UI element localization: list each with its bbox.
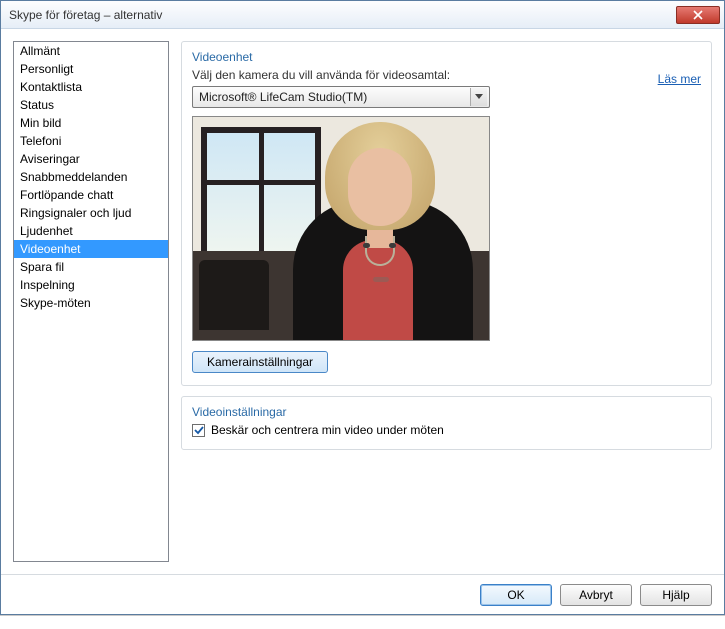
help-label: Hjälp <box>662 588 689 602</box>
crop-center-label: Beskär och centrera min video under möte… <box>211 423 444 437</box>
sidebar-item[interactable]: Fortlöpande chatt <box>14 186 168 204</box>
sidebar-item[interactable]: Status <box>14 96 168 114</box>
sidebar-item[interactable]: Ringsignaler och ljud <box>14 204 168 222</box>
sidebar-item[interactable]: Skype-möten <box>14 294 168 312</box>
chevron-down-icon <box>475 94 483 100</box>
checkmark-icon <box>194 425 204 435</box>
window-title: Skype för företag – alternativ <box>9 8 676 22</box>
titlebar: Skype för företag – alternativ <box>1 1 724 29</box>
video-settings-group: Videoinställningar Beskär och centrera m… <box>181 396 712 450</box>
sidebar-item[interactable]: Ljudenhet <box>14 222 168 240</box>
dropdown-button[interactable] <box>470 88 487 106</box>
crop-center-row: Beskär och centrera min video under möte… <box>192 423 701 437</box>
sidebar-item[interactable]: Personligt <box>14 60 168 78</box>
main-panel: Videoenhet Välj den kamera du vill använ… <box>181 41 712 562</box>
sidebar-item[interactable]: Videoenhet <box>14 240 168 258</box>
background-strip <box>0 615 725 629</box>
sidebar-item[interactable]: Inspelning <box>14 276 168 294</box>
sidebar-item[interactable]: Spara fil <box>14 258 168 276</box>
sidebar-item[interactable]: Snabbmeddelanden <box>14 168 168 186</box>
camera-settings-button[interactable]: Kamerainställningar <box>192 351 328 373</box>
close-button[interactable] <box>676 6 720 24</box>
cancel-button[interactable]: Avbryt <box>560 584 632 606</box>
close-icon <box>693 10 703 20</box>
video-device-title: Videoenhet <box>192 50 701 64</box>
camera-select[interactable]: Microsoft® LifeCam Studio(TM) <box>192 86 490 108</box>
dialog-footer: OK Avbryt Hjälp <box>1 574 724 614</box>
instruction-row: Välj den kamera du vill använda för vide… <box>192 68 701 86</box>
options-dialog: Skype för företag – alternativ AllmäntPe… <box>0 0 725 615</box>
sidebar-item[interactable]: Kontaktlista <box>14 78 168 96</box>
sidebar-item[interactable]: Telefoni <box>14 132 168 150</box>
content-area: AllmäntPersonligtKontaktlistaStatusMin b… <box>1 29 724 574</box>
sidebar-item[interactable]: Min bild <box>14 114 168 132</box>
sidebar-item[interactable]: Aviseringar <box>14 150 168 168</box>
camera-settings-label: Kamerainställningar <box>207 355 313 369</box>
ok-button[interactable]: OK <box>480 584 552 606</box>
help-button[interactable]: Hjälp <box>640 584 712 606</box>
cancel-label: Avbryt <box>579 588 613 602</box>
ok-label: OK <box>507 588 524 602</box>
category-list[interactable]: AllmäntPersonligtKontaktlistaStatusMin b… <box>13 41 169 562</box>
camera-instruction: Välj den kamera du vill använda för vide… <box>192 68 450 82</box>
video-device-group: Videoenhet Välj den kamera du vill använ… <box>181 41 712 386</box>
crop-center-checkbox[interactable] <box>192 424 205 437</box>
sidebar-item[interactable]: Allmänt <box>14 42 168 60</box>
learn-more-link[interactable]: Läs mer <box>658 72 701 86</box>
camera-preview <box>192 116 490 341</box>
camera-select-value: Microsoft® LifeCam Studio(TM) <box>199 90 470 104</box>
video-settings-title: Videoinställningar <box>192 405 701 419</box>
